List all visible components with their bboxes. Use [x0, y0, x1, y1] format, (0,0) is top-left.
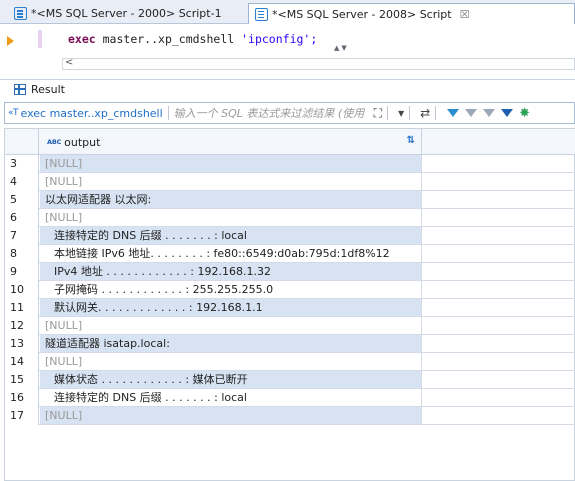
query-text: exec master..xp_cmdshell	[20, 106, 163, 120]
column-label: output	[64, 135, 101, 149]
table-row[interactable]: 6 [NULL]	[5, 209, 575, 227]
sql-script-icon	[255, 7, 268, 21]
filter-clear-icon[interactable]	[465, 109, 478, 117]
table-cell-output[interactable]: 以太网适配器 以太网:	[40, 191, 422, 208]
sql-query-icon: «T	[8, 108, 19, 118]
result-filter-bar: «T exec master..xp_cmdshell 输入一个 SQL 表达式…	[4, 102, 575, 124]
table-cell-output[interactable]: [NULL]	[40, 209, 422, 226]
filter-settings-icon[interactable]	[501, 109, 514, 117]
row-number: 9	[5, 263, 39, 281]
row-number: 14	[5, 353, 39, 371]
row-number: 11	[5, 299, 39, 317]
table-cell-output[interactable]: [NULL]	[40, 317, 422, 334]
result-panel-header[interactable]: Result	[0, 79, 575, 99]
row-number: 15	[5, 371, 39, 389]
row-number: 10	[5, 281, 39, 299]
table-cell-output[interactable]: [NULL]	[40, 155, 422, 172]
row-header-corner[interactable]	[5, 129, 39, 155]
current-line-arrow-icon	[7, 36, 14, 46]
code-text: master..xp_cmdshell	[95, 32, 242, 46]
table-row[interactable]: 8 本地链接 IPv6 地址. . . . . . . . : fe80::654…	[5, 245, 575, 263]
divider	[167, 106, 169, 120]
close-icon[interactable]: ☒	[460, 8, 470, 21]
code-keyword: exec	[68, 32, 96, 46]
table-row[interactable]: 13 隧道适配器 isatap.local:	[5, 335, 575, 353]
dropdown-icon[interactable]: ▾	[398, 106, 404, 120]
sql-script-icon	[14, 7, 27, 20]
table-row[interactable]: 17 [NULL]	[5, 407, 575, 425]
scroll-left-arrow-icon[interactable]: <	[65, 57, 73, 68]
table-row[interactable]: 10 子网掩码 . . . . . . . . . . . . : 255.255…	[5, 281, 575, 299]
table-cell-output[interactable]: 子网掩码 . . . . . . . . . . . . : 255.255.2…	[40, 281, 422, 298]
gear-icon[interactable]: ✸	[519, 106, 530, 121]
tab-script-active[interactable]: *<MS SQL Server - 2008> Script ☒	[248, 3, 575, 24]
code-string: 'ipconfig';	[241, 32, 318, 46]
table-cell-output[interactable]: IPv4 地址 . . . . . . . . . . . . : 192.16…	[40, 263, 422, 280]
table-cell-output[interactable]: 隧道适配器 isatap.local:	[40, 335, 422, 352]
expand-icon[interactable]: ⛶	[374, 106, 382, 121]
result-title: Result	[31, 83, 65, 96]
table-row[interactable]: 4 [NULL]	[5, 173, 575, 191]
divider	[409, 106, 411, 120]
refresh-icon[interactable]: ⇄	[420, 106, 430, 120]
row-number: 3	[5, 155, 39, 173]
row-number: 12	[5, 317, 39, 335]
table-row[interactable]: 16 连接特定的 DNS 后缀 . . . . . . . : local	[5, 389, 575, 407]
table-row[interactable]: 12 [NULL]	[5, 317, 575, 335]
tab-label: *<MS SQL Server - 2008> Script	[272, 7, 452, 21]
query-label[interactable]: «T exec master..xp_cmdshell	[5, 107, 163, 120]
editor-tab-bar: *<MS SQL Server - 2000> Script-1 *<MS SQ…	[0, 0, 575, 24]
divider	[387, 106, 389, 120]
row-number: 13	[5, 335, 39, 353]
table-cell-output[interactable]: [NULL]	[40, 407, 422, 424]
table-row[interactable]: 3 [NULL]	[5, 155, 575, 173]
row-number: 8	[5, 245, 39, 263]
filter-input[interactable]: 输入一个 SQL 表达式来过滤结果 (使用	[174, 105, 369, 121]
table-cell-output[interactable]: [NULL]	[40, 173, 422, 190]
result-grid[interactable]: ABC output ⇅ 3 [NULL] 4 [NULL] 5 以太网适配器 以太网: 6…	[4, 128, 575, 481]
divider	[435, 106, 437, 120]
table-cell-output[interactable]: 连接特定的 DNS 后缀 . . . . . . . : local	[40, 389, 422, 406]
grid-rows: 3 [NULL] 4 [NULL] 5 以太网适配器 以太网: 6 [NULL] 7 连接特定的 …	[5, 155, 575, 425]
tab-label: *<MS SQL Server - 2000> Script-1	[31, 7, 222, 20]
horizontal-scrollbar[interactable]: <	[62, 57, 575, 70]
table-row[interactable]: 7 连接特定的 DNS 后缀 . . . . . . . : local	[5, 227, 575, 245]
row-number: 6	[5, 209, 39, 227]
filter-apply-icon[interactable]	[447, 109, 460, 117]
row-number: 16	[5, 389, 39, 407]
row-number: 7	[5, 227, 39, 245]
row-number: 4	[5, 173, 39, 191]
filter-history-icon[interactable]	[483, 109, 496, 117]
tab-script-1[interactable]: *<MS SQL Server - 2000> Script-1	[8, 3, 244, 24]
code-line[interactable]: exec master..xp_cmdshell 'ipconfig';	[68, 32, 317, 46]
table-row[interactable]: 14 [NULL]	[5, 353, 575, 371]
table-row[interactable]: 15 媒体状态 . . . . . . . . . . . . : 媒体已断开	[5, 371, 575, 389]
sort-icon[interactable]: ⇅	[407, 135, 415, 146]
row-number: 17	[5, 407, 39, 425]
text-type-icon: ABC	[47, 138, 62, 146]
table-cell-output[interactable]: 默认网关. . . . . . . . . . . . . : 192.168.…	[40, 299, 422, 316]
line-highlight-marker	[38, 30, 42, 48]
row-number: 5	[5, 191, 39, 209]
table-cell-output[interactable]: 本地链接 IPv6 地址. . . . . . . . : fe80::6549…	[40, 245, 422, 262]
sql-editor[interactable]: exec master..xp_cmdshell 'ipconfig'; <	[0, 25, 575, 73]
table-row[interactable]: 11 默认网关. . . . . . . . . . . . . : 192.16…	[5, 299, 575, 317]
panel-resize-arrows-icon[interactable]: ▲▼	[334, 44, 349, 52]
column-header-output[interactable]: ABC output ⇅	[39, 129, 422, 155]
grid-header: ABC output ⇅	[5, 129, 575, 155]
table-cell-output[interactable]: [NULL]	[40, 353, 422, 370]
table-cell-output[interactable]: 媒体状态 . . . . . . . . . . . . : 媒体已断开	[40, 371, 422, 388]
table-cell-output[interactable]: 连接特定的 DNS 后缀 . . . . . . . : local	[40, 227, 422, 244]
table-row[interactable]: 9 IPv4 地址 . . . . . . . . . . . . : 192.1…	[5, 263, 575, 281]
table-grid-icon	[14, 84, 26, 95]
table-row[interactable]: 5 以太网适配器 以太网:	[5, 191, 575, 209]
